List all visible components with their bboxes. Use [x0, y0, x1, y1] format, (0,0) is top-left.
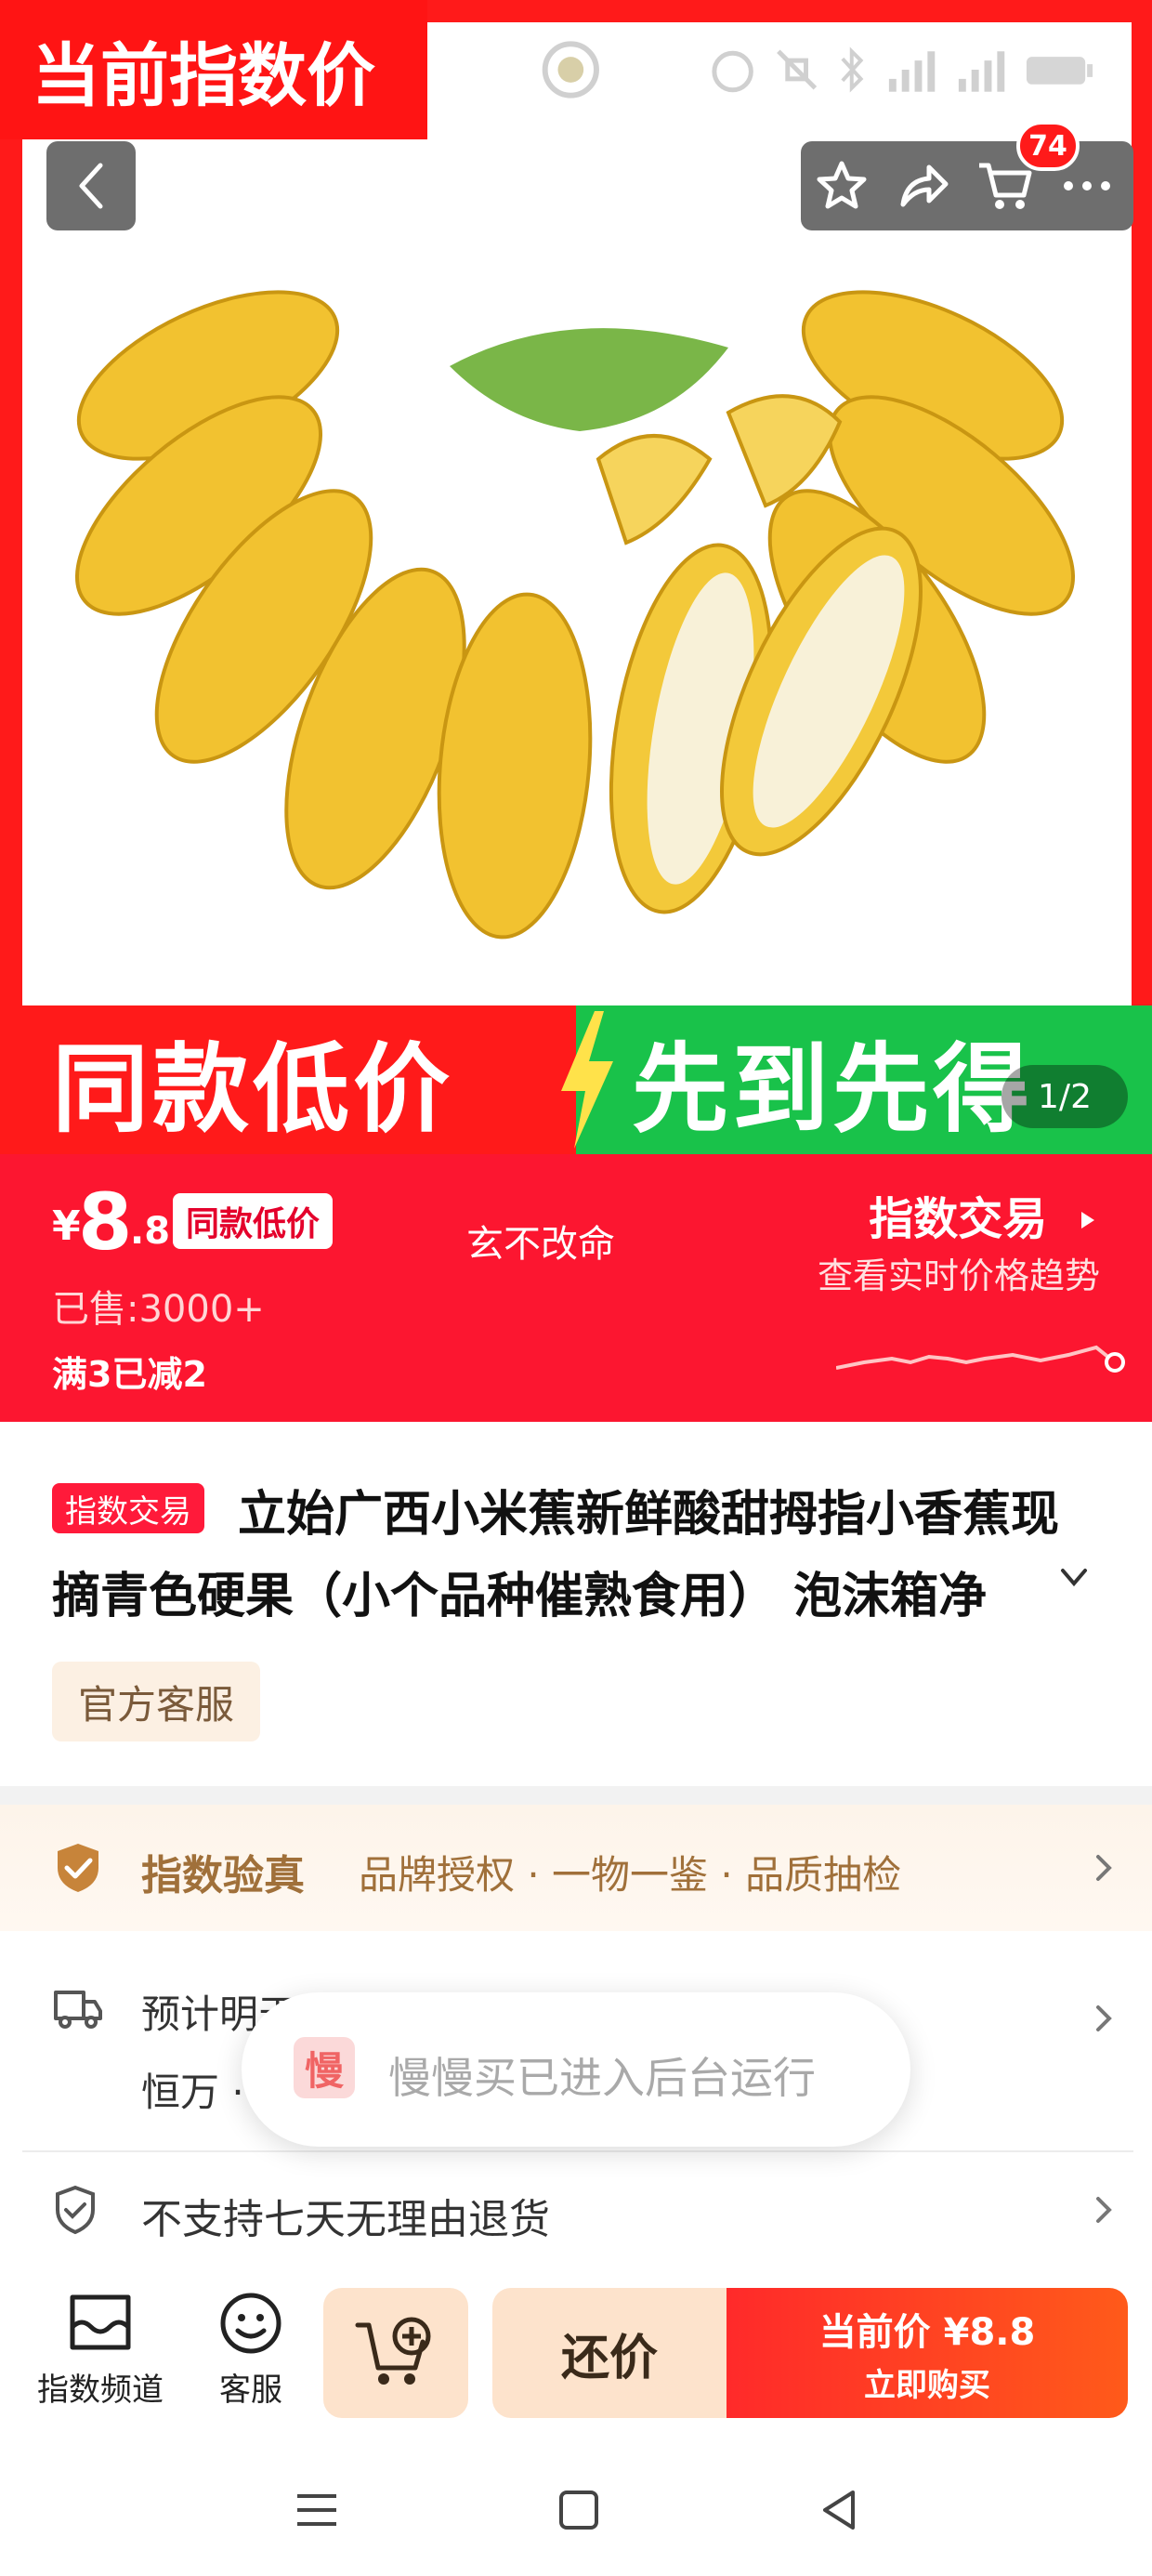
chevron-down-icon[interactable] [1055, 1563, 1093, 1591]
app-logo-icon: 慢 [294, 2037, 355, 2098]
shield-outline-icon [56, 2185, 95, 2235]
index-trade-link[interactable]: 指数交易 [869, 1182, 1100, 1247]
favorite-button[interactable] [801, 158, 883, 214]
discount-info: 满3已减2 [52, 1354, 207, 1395]
top-action-group [801, 141, 1133, 230]
product-title[interactable]: 立始广西小米蕉新鲜酸甜拇指小香蕉现摘青色硬果（小个品种催熟食用） 泡沫箱净 [52, 1474, 1074, 1637]
customer-service-label: 客服 [219, 2372, 282, 2409]
signal-5g-icon [888, 51, 935, 92]
hotspot-icon [542, 41, 599, 99]
cart-count-badge: 74 [1016, 121, 1080, 171]
share-arrow-icon [900, 164, 949, 207]
background-running-toast: 慢 慢慢买已进入后台运行 [242, 1992, 910, 2147]
authenticity-title: 指数验真 [141, 1852, 305, 1899]
storefront-icon [70, 2294, 131, 2350]
low-price-badge: 同款低价 [173, 1193, 334, 1249]
chevron-right-icon [1096, 2197, 1112, 2223]
menu-icon[interactable] [294, 2487, 340, 2533]
official-service-tag[interactable]: 官方客服 [52, 1662, 261, 1741]
share-button[interactable] [883, 158, 964, 214]
status-bar-icons [520, 37, 1096, 102]
authenticity-row[interactable]: 指数验真 品牌授权 · 一物一鉴 · 品质抽检 [0, 1805, 1152, 1931]
add-to-cart-button[interactable] [323, 2288, 468, 2418]
alarm-icon [712, 50, 753, 93]
chevron-right-icon [1096, 2005, 1112, 2031]
product-hero: 当前指数价 74 [0, 0, 1152, 1005]
current-index-price-tag: 当前指数价 [0, 0, 427, 139]
battery-icon [1026, 57, 1093, 85]
star-icon [817, 161, 867, 209]
bargain-button[interactable]: 还价 [492, 2288, 727, 2418]
index-trade-badge: 指数交易 [52, 1483, 204, 1533]
customer-service-tab[interactable]: 客服 [217, 2290, 284, 2410]
lightning-icon [561, 1011, 613, 1149]
toast-message: 慢慢买已进入后台运行 [388, 2053, 816, 2103]
seller-name[interactable]: 玄不改命 [466, 1214, 615, 1268]
back-button[interactable] [46, 141, 136, 230]
mute-icon [777, 49, 818, 90]
buy-current-price: 当前价 ¥8.8 [818, 2310, 1036, 2354]
smiley-chat-icon [220, 2293, 281, 2354]
chevron-right-icon [1096, 1855, 1112, 1881]
cart-plus-icon [355, 2317, 431, 2385]
product-title-section: 立始广西小米蕉新鲜酸甜拇指小香蕉现摘青色硬果（小个品种催熟食用） 泡沫箱净 指数… [0, 1422, 1152, 1786]
image-index-counter: 1/2 [1001, 1065, 1128, 1128]
buy-now-button[interactable]: 当前价 ¥8.8 立即购买 [727, 2288, 1128, 2418]
signal-5g-second-icon [958, 51, 1005, 92]
sold-count: 已售:3000+ [52, 1288, 265, 1331]
promo-banner: 同款低价 先到先得 [0, 1005, 1152, 1154]
price-trend-link[interactable]: 查看实时价格趋势 [818, 1247, 1100, 1298]
system-navigation-bar [0, 2444, 1152, 2576]
authenticity-text: 品牌授权 · 一物一鉴 · 品质抽检 [359, 1852, 902, 1898]
section-separator [0, 1786, 1152, 1805]
index-channel-label: 指数频道 [37, 2372, 164, 2409]
triangle-right-icon [1081, 1212, 1094, 1229]
bottom-action-bar: 指数频道 客服 还价 当前价 ¥8.8 立即购买 [0, 2267, 1152, 2444]
price-bar: ¥ 8 .8 同款低价 玄不改命 已售:3000+ 满3已减2 指数交易 查看实… [0, 1154, 1152, 1422]
more-button[interactable] [1046, 177, 1128, 195]
return-policy-row[interactable]: 不支持七天无理由退货 [0, 2152, 1152, 2267]
price-integer: 8 [78, 1176, 133, 1268]
price-decimal: .8 [130, 1210, 171, 1253]
bluetooth-icon [841, 46, 864, 93]
more-dots-icon [1064, 181, 1110, 191]
home-square-icon[interactable] [556, 2487, 602, 2533]
price-currency: ¥ [52, 1203, 81, 1250]
return-policy-text: 不支持七天无理由退货 [141, 2196, 550, 2243]
delivery-truck-icon [54, 1991, 102, 2029]
shield-check-icon [58, 1844, 98, 1892]
index-channel-tab[interactable]: 指数频道 [37, 2290, 164, 2410]
chevron-left-icon [79, 163, 103, 209]
buy-now-label: 立即购买 [864, 2366, 990, 2404]
back-triangle-icon[interactable] [816, 2487, 862, 2533]
index-trade-label: 指数交易 [869, 1193, 1048, 1245]
price-trend-sparkline [836, 1345, 1125, 1373]
banner-left-text: 同款低价 [0, 1005, 595, 1154]
